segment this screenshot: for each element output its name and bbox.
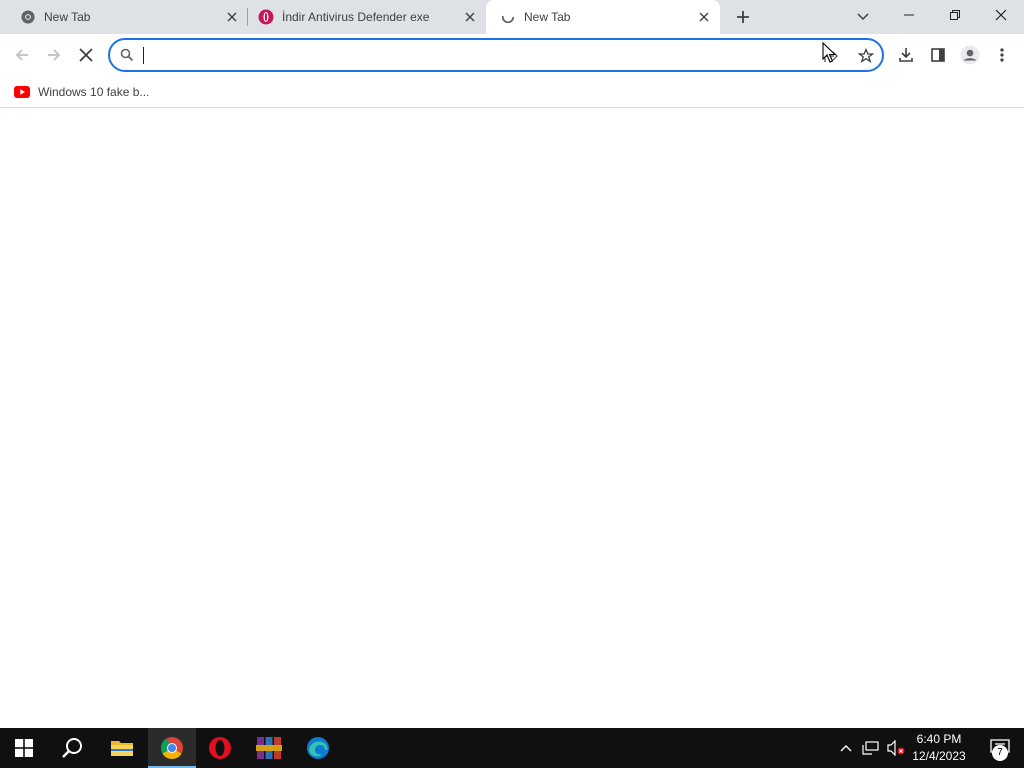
plus-icon	[737, 11, 749, 23]
notification-count-badge: 7	[992, 745, 1008, 761]
edge-taskbar-button[interactable]	[294, 728, 342, 768]
youtube-icon	[14, 86, 30, 98]
tab-title: New Tab	[524, 10, 571, 24]
search-icon	[120, 48, 134, 62]
clock-date: 12/4/2023	[912, 749, 966, 763]
winrar-icon	[256, 737, 282, 759]
text-caret	[143, 47, 144, 64]
tab-title: İndir Antivirus Defender exe	[282, 10, 430, 24]
bookmark-label: Windows 10 fake b...	[38, 85, 150, 99]
profile-button[interactable]	[954, 39, 986, 71]
search-button[interactable]	[48, 728, 96, 768]
minimize-icon	[904, 14, 914, 16]
minimize-button[interactable]	[886, 0, 932, 30]
network-icon[interactable]	[861, 738, 881, 758]
side-panel-icon	[931, 48, 945, 62]
windows-start-icon	[15, 739, 33, 757]
opera-icon	[209, 737, 231, 759]
start-button[interactable]	[0, 728, 48, 768]
tab-title: New Tab	[44, 10, 91, 24]
download-icon	[899, 48, 913, 62]
bookmarks-bar: Windows 10 fake b...	[0, 76, 1024, 108]
tab-antivirus[interactable]: İndir Antivirus Defender exe	[248, 0, 486, 34]
menu-button[interactable]	[986, 39, 1018, 71]
close-tab-icon[interactable]	[696, 9, 712, 25]
show-hidden-icons-button[interactable]	[836, 738, 856, 758]
clock-time: 6:40 PM	[916, 732, 962, 746]
tab-new-tab-1[interactable]: New Tab	[0, 0, 246, 34]
arrow-right-icon	[48, 49, 61, 61]
chrome-icon	[20, 9, 36, 25]
new-tab-button[interactable]	[729, 3, 757, 31]
taskbar: 6:40 PM 12/4/2023 7	[0, 728, 1024, 768]
chevron-down-icon	[857, 13, 869, 21]
tab-search-button[interactable]	[849, 3, 877, 31]
opera-gx-icon	[258, 9, 274, 25]
toolbar	[0, 34, 1024, 76]
close-window-button[interactable]	[978, 0, 1024, 30]
back-button[interactable]	[6, 39, 38, 71]
file-explorer-button[interactable]	[98, 728, 146, 768]
close-icon	[995, 9, 1007, 21]
chrome-icon	[161, 737, 183, 759]
tab-strip: New Tab İndir Antivirus Defender exe New…	[0, 0, 1024, 34]
volume-muted-icon[interactable]	[886, 738, 906, 758]
downloads-button[interactable]	[890, 39, 922, 71]
chrome-taskbar-button[interactable]	[148, 728, 196, 768]
arrow-left-icon	[15, 49, 28, 61]
close-tab-icon[interactable]	[462, 9, 478, 25]
avatar-icon	[960, 45, 980, 65]
mouse-cursor-icon	[822, 42, 836, 63]
tab-new-tab-active[interactable]: New Tab	[486, 0, 720, 34]
restore-button[interactable]	[932, 0, 978, 30]
side-panel-button[interactable]	[922, 39, 954, 71]
close-tab-icon[interactable]	[224, 9, 240, 25]
omnibox[interactable]	[108, 38, 884, 72]
close-icon	[79, 48, 93, 62]
winrar-taskbar-button[interactable]	[245, 728, 293, 768]
loading-globe-icon	[500, 9, 516, 25]
bookmark-star-icon[interactable]	[856, 46, 876, 66]
search-icon	[62, 738, 82, 758]
address-input[interactable]	[142, 44, 782, 66]
restore-icon	[950, 10, 960, 20]
edge-icon	[307, 737, 329, 759]
forward-button[interactable]	[38, 39, 70, 71]
more-vert-icon	[1000, 48, 1004, 62]
stop-loading-button[interactable]	[70, 39, 102, 71]
system-clock[interactable]: 6:40 PM 12/4/2023	[904, 731, 974, 765]
chevron-up-icon	[840, 745, 852, 752]
page-content	[0, 109, 1024, 728]
file-explorer-icon	[111, 741, 133, 756]
opera-taskbar-button[interactable]	[196, 728, 244, 768]
bookmark-item[interactable]: Windows 10 fake b...	[10, 80, 153, 104]
